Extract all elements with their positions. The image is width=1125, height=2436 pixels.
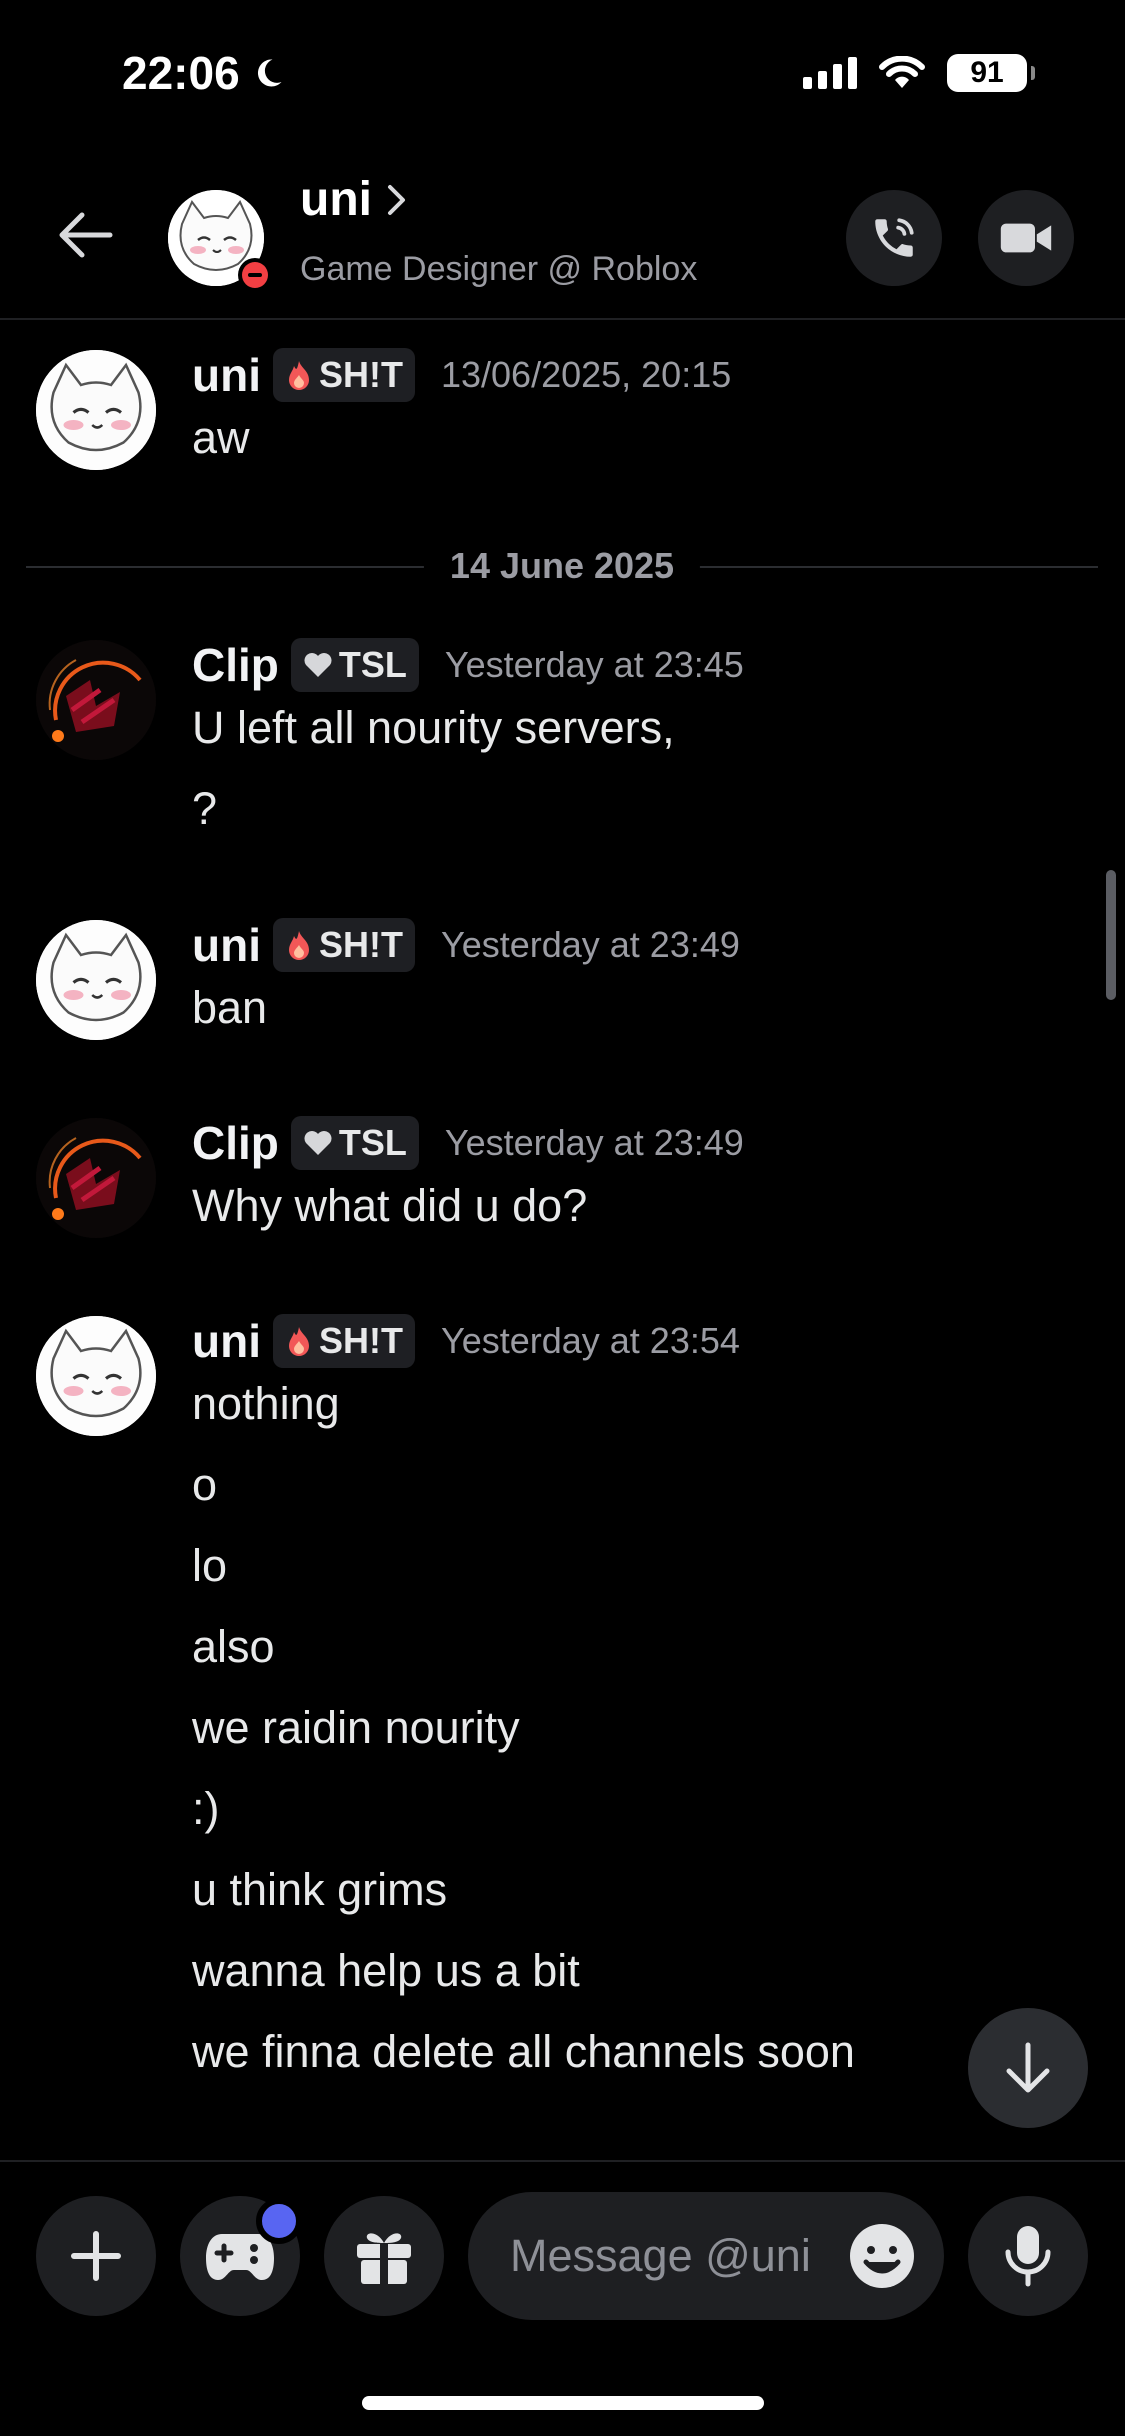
plus-icon [71,2231,121,2281]
header-avatar[interactable] [168,190,272,292]
emoji-icon[interactable] [848,2222,916,2290]
author-name[interactable]: Clip [192,1116,279,1170]
author-name[interactable]: uni [192,918,261,972]
voice-message-button[interactable] [968,2196,1088,2316]
message-text[interactable]: :) [192,1783,220,1835]
message-text[interactable]: we raidin nourity [192,1702,520,1754]
date-divider: 14 June 2025 [26,538,1098,594]
cat-avatar-image [36,350,156,470]
message-text[interactable]: we finna delete all channels soon [192,2026,855,2078]
message-text[interactable]: u think grims [192,1864,447,1916]
guild-tag[interactable]: SH!T [272,918,415,972]
guild-tag[interactable]: TSL [290,638,419,692]
header-name-text: uni [300,173,372,226]
guild-tag[interactable]: TSL [290,1116,419,1170]
composer-divider [0,2160,1125,2162]
guild-tag-label: SH!T [318,1320,403,1361]
author-name[interactable]: uni [192,348,261,402]
battery-level: 91 [970,56,1004,89]
scrollbar[interactable] [1106,870,1116,1000]
message-text[interactable]: ? [192,783,217,835]
fire-icon [288,1327,309,1356]
avatar[interactable] [36,1316,156,1436]
message-timestamp: Yesterday at 23:49 [440,924,740,965]
author-name[interactable]: Clip [192,638,279,692]
video-camera-icon [1000,223,1052,253]
gift-icon [357,2233,411,2284]
guild-tag-label: SH!T [318,924,403,965]
header-title[interactable]: uni [300,172,408,227]
cat-avatar-image [36,920,156,1040]
avatar[interactable] [36,920,156,1040]
wifi-icon [879,56,925,88]
message-timestamp: Yesterday at 23:54 [440,1320,740,1361]
avatar[interactable] [36,350,156,470]
heart-icon [304,653,332,677]
moon-icon [257,59,282,87]
avatar[interactable] [36,1118,156,1238]
message-text[interactable]: aw [192,412,250,464]
back-arrow-icon [59,212,113,258]
message-header: uni SH!T Yesterday at 23:54 [192,1314,740,1368]
author-name[interactable]: uni [192,1314,261,1368]
message-timestamp: Yesterday at 23:45 [444,644,744,685]
cat-avatar-image [36,1316,156,1436]
microphone-icon [1005,2226,1051,2287]
clip-avatar-image [36,640,156,760]
message-input[interactable]: Message @uni [468,2192,944,2320]
guild-tag-label: SH!T [318,354,403,395]
header-subtitle: Game Designer @ Roblox [300,250,698,288]
message-timestamp: 13/06/2025, 20:15 [440,354,732,395]
message-header: uni SH!T Yesterday at 23:49 [192,918,740,972]
message-text[interactable]: ban [192,982,267,1034]
message-header: uni SH!T 13/06/2025, 20:15 [192,348,731,402]
message-text[interactable]: o [192,1459,217,1511]
message-text[interactable]: Why what did u do? [192,1180,587,1232]
signal-icon [803,57,857,89]
chevron-right-icon [387,184,405,215]
battery-icon: 91 [947,54,1035,92]
heart-icon [304,1131,332,1155]
back-button[interactable] [50,205,120,265]
guild-tag-label: TSL [338,1122,407,1163]
status-time: 22:06 [122,46,286,100]
attach-button[interactable] [36,2196,156,2316]
message-list[interactable]: uni SH!T 13/06/2025, 20:15 aw 14 June 20… [0,320,1125,2160]
dnd-status-icon [238,258,272,292]
phone-icon [875,218,914,257]
fire-icon [288,361,309,390]
home-indicator[interactable] [362,2396,764,2410]
message-text[interactable]: wanna help us a bit [192,1945,580,1997]
clock-text: 22:06 [122,47,240,99]
date-divider-label: 14 June 2025 [423,538,701,594]
chat-header: uni Game Designer @ Roblox [0,150,1125,320]
guild-tag[interactable]: SH!T [272,1314,415,1368]
arrow-down-icon [1006,2042,1050,2093]
guild-tag-label: TSL [338,644,407,685]
status-bar: 22:06 91 [0,0,1125,150]
message-text[interactable]: U left all nourity servers, [192,702,675,754]
voice-call-button[interactable] [846,190,942,286]
avatar[interactable] [36,640,156,760]
message-header: Clip TSL Yesterday at 23:49 [192,1116,744,1170]
fire-icon [288,931,309,960]
status-icons: 91 [803,54,1035,92]
message-header: Clip TSL Yesterday at 23:45 [192,638,744,692]
message-text[interactable]: lo [192,1540,227,1592]
activities-button[interactable] [180,2196,302,2316]
message-input-placeholder: Message @uni [510,2230,811,2281]
jump-to-present-button[interactable] [968,2008,1088,2128]
notification-badge [256,2198,302,2244]
message-text[interactable]: also [192,1621,275,1673]
message-timestamp: Yesterday at 23:49 [444,1122,744,1163]
video-call-button[interactable] [978,190,1074,286]
gift-button[interactable] [324,2196,444,2316]
clip-avatar-image [36,1118,156,1238]
guild-tag[interactable]: SH!T [272,348,415,402]
message-text[interactable]: nothing [192,1378,340,1430]
